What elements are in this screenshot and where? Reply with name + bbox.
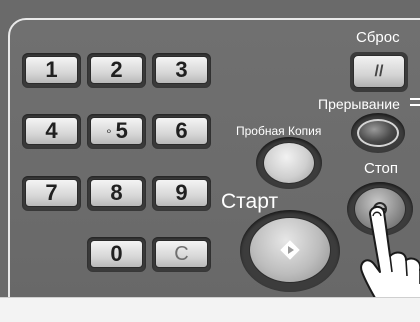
- key-well-9: 9: [152, 176, 211, 211]
- key-1[interactable]: 1: [25, 56, 78, 84]
- key-7[interactable]: 7: [25, 179, 78, 207]
- proof-copy-button[interactable]: [263, 142, 315, 184]
- key-4[interactable]: 4: [25, 117, 78, 145]
- control-panel: 1 2 3 4 ∘ 5 6 7 8 9 0 C Сброс // Прерыван…: [0, 0, 420, 322]
- key-well-5: ∘ 5: [87, 114, 146, 149]
- key-well-8: 8: [87, 176, 146, 211]
- key-well-4: 4: [22, 114, 81, 149]
- key-3[interactable]: 3: [155, 56, 208, 84]
- proof-copy-label: Пробная Копия: [236, 124, 322, 138]
- reset-button[interactable]: //: [353, 55, 405, 88]
- reset-label: Сброс: [356, 29, 400, 46]
- interrupt-button[interactable]: [357, 119, 399, 147]
- key-0[interactable]: 0: [90, 240, 143, 268]
- interrupt-label: Прерывание: [318, 96, 400, 112]
- diamond-play-icon: [280, 240, 300, 260]
- key-well-0: 0: [87, 237, 146, 272]
- key-well-c: C: [152, 237, 211, 272]
- panel-bottom-edge: [0, 297, 420, 322]
- stop-label: Стоп: [364, 160, 398, 177]
- key-8[interactable]: 8: [90, 179, 143, 207]
- clear-key[interactable]: C: [155, 240, 208, 268]
- tactile-dot-icon: ∘: [105, 124, 113, 138]
- key-well-1: 1: [22, 53, 81, 88]
- key-well-3: 3: [152, 53, 211, 88]
- key-well-6: 6: [152, 114, 211, 149]
- start-button[interactable]: [249, 217, 331, 283]
- reset-slash-icon: //: [374, 62, 384, 80]
- key-5[interactable]: ∘ 5: [90, 117, 143, 145]
- key-6[interactable]: 6: [155, 117, 208, 145]
- key-9[interactable]: 9: [155, 179, 208, 207]
- key-2[interactable]: 2: [90, 56, 143, 84]
- interrupt-icon: [410, 98, 420, 106]
- key-well-7: 7: [22, 176, 81, 211]
- start-label: Старт: [221, 190, 279, 213]
- key-well-2: 2: [87, 53, 146, 88]
- reset-button-well: //: [350, 52, 408, 92]
